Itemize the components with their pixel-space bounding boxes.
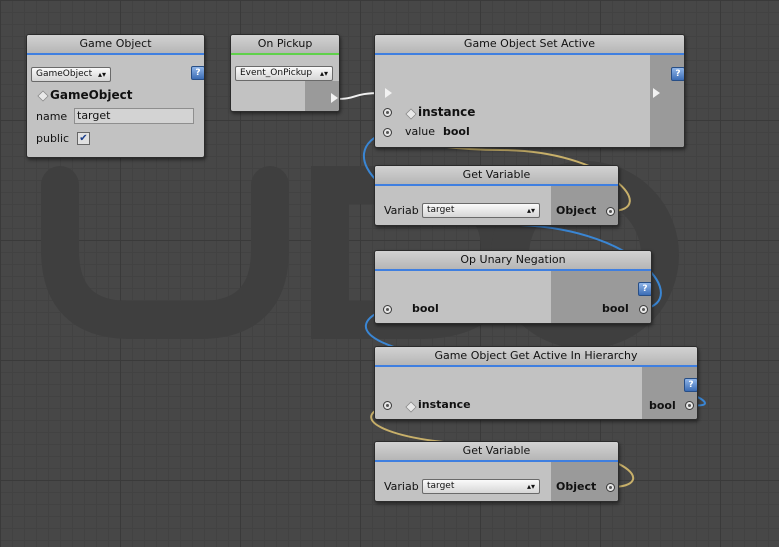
- bool-out-port[interactable]: [639, 305, 648, 314]
- instance-label: instance: [418, 105, 476, 119]
- variable-label: Variab: [384, 204, 419, 217]
- event-dropdown-value: Event_OnPickup: [240, 68, 313, 78]
- cube-icon: [405, 108, 417, 120]
- game-object-node[interactable]: Game Object GameObject ▴▾ ? GameObject n…: [26, 34, 205, 158]
- cube-icon: [405, 401, 417, 413]
- value-label: value: [405, 125, 436, 138]
- name-label: name: [36, 110, 68, 123]
- bool-out-port[interactable]: [685, 401, 694, 410]
- value-type: bool: [443, 125, 470, 138]
- public-label: public: [36, 132, 70, 145]
- bool-in-port[interactable]: [383, 305, 392, 314]
- node-title[interactable]: On Pickup: [231, 35, 339, 55]
- type-dropdown[interactable]: GameObject ▴▾: [31, 67, 111, 82]
- node-title[interactable]: Game Object: [27, 35, 204, 55]
- value-port[interactable]: [383, 128, 392, 137]
- help-book-icon[interactable]: ?: [191, 66, 204, 80]
- node-title[interactable]: Get Variable: [375, 166, 618, 186]
- input-label: bool: [412, 302, 439, 315]
- output-label: bool: [602, 302, 629, 315]
- dropdown-arrow-icon: ▴▾: [526, 482, 535, 491]
- node-title[interactable]: Op Unary Negation: [375, 251, 651, 271]
- variable-dropdown-value: target: [427, 205, 455, 215]
- type-name: GameObject: [50, 88, 133, 102]
- get-variable-node-2[interactable]: Get Variable Variab target ▴▾ Object: [374, 441, 619, 502]
- output-label: bool: [649, 399, 676, 412]
- public-checkbox[interactable]: ✔: [77, 132, 90, 145]
- get-active-hierarchy-node[interactable]: Game Object Get Active In Hierarchy ? in…: [374, 346, 698, 420]
- dropdown-arrow-icon: ▴▾: [526, 206, 535, 215]
- type-dropdown-value: GameObject: [36, 69, 93, 79]
- variable-label: Variab: [384, 480, 419, 493]
- flow-in-port[interactable]: [385, 88, 392, 98]
- dropdown-arrow-icon: ▴▾: [319, 69, 328, 78]
- variable-dropdown[interactable]: target ▴▾: [422, 203, 540, 218]
- negation-node[interactable]: Op Unary Negation ? bool bool: [374, 250, 652, 324]
- instance-port[interactable]: [383, 401, 392, 410]
- cube-icon: [37, 90, 49, 102]
- help-book-icon[interactable]: ?: [684, 378, 697, 392]
- object-out-port[interactable]: [606, 207, 615, 216]
- event-dropdown[interactable]: Event_OnPickup ▴▾: [235, 66, 333, 81]
- on-pickup-node[interactable]: On Pickup Event_OnPickup ▴▾: [230, 34, 340, 112]
- output-panel: [551, 271, 651, 323]
- get-variable-node-1[interactable]: Get Variable Variab target ▴▾ Object: [374, 165, 619, 226]
- flow-out-port[interactable]: [331, 93, 338, 103]
- instance-port[interactable]: [383, 108, 392, 117]
- object-out-port[interactable]: [606, 483, 615, 492]
- name-field[interactable]: target: [74, 108, 194, 124]
- help-book-icon[interactable]: ?: [671, 67, 684, 81]
- node-title[interactable]: Get Variable: [375, 442, 618, 462]
- output-label: Object: [556, 480, 597, 493]
- dropdown-arrow-icon: ▴▾: [97, 70, 106, 79]
- instance-label: instance: [418, 398, 471, 411]
- node-title[interactable]: Game Object Set Active: [375, 35, 684, 55]
- output-label: Object: [556, 204, 597, 217]
- set-active-node[interactable]: Game Object Set Active ? instance value …: [374, 34, 685, 148]
- flow-out-port[interactable]: [653, 88, 660, 98]
- help-book-icon[interactable]: ?: [638, 282, 651, 296]
- variable-dropdown[interactable]: target ▴▾: [422, 479, 540, 494]
- variable-dropdown-value: target: [427, 481, 455, 491]
- node-title[interactable]: Game Object Get Active In Hierarchy: [375, 347, 697, 367]
